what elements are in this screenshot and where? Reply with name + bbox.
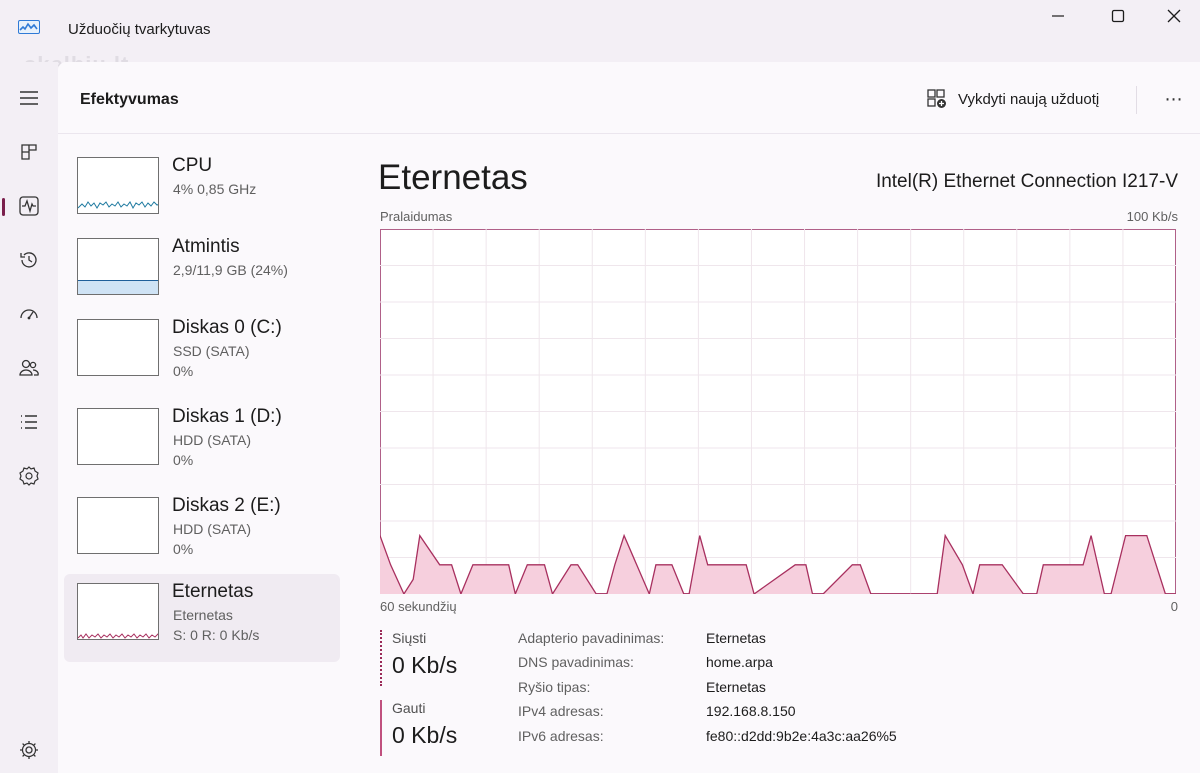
more-options-button[interactable]: ⋯: [1158, 86, 1190, 112]
property-value: Eternetas: [706, 679, 766, 695]
memory-thumbnail: [77, 238, 159, 295]
cpu-thumbnail: [77, 157, 159, 214]
property-value: fe80::d2dd:9b2e:4a3c:aa26%5: [706, 728, 897, 744]
device-name: Diskas 1 (D:): [172, 406, 282, 427]
device-item-ethernet[interactable]: Eternetas Eternetas S: 0 R: 0 Kb/s: [64, 574, 340, 662]
device-item-disk-2[interactable]: Diskas 2 (E:) HDD (SATA) 0%: [64, 488, 340, 576]
device-item-disk-1[interactable]: Diskas 1 (D:) HDD (SATA) 0%: [64, 399, 340, 487]
device-item-memory[interactable]: Atmintis 2,9/11,9 GB (24%): [64, 229, 340, 317]
disk-0-thumbnail: [77, 319, 159, 376]
property-key: DNS pavadinimas:: [518, 654, 634, 670]
send-value: 0 Kb/s: [392, 652, 458, 678]
property-value: Eternetas: [706, 630, 766, 646]
property-key: Ryšio tipas:: [518, 679, 591, 695]
device-type: SSD (SATA): [173, 343, 250, 359]
rail-item-settings[interactable]: [7, 730, 51, 770]
device-name: CPU: [172, 155, 213, 176]
page-title: Efektyvumas: [80, 91, 179, 108]
chart-max-label: 100 Kb/s: [1126, 209, 1178, 224]
property-value: home.arpa: [706, 654, 773, 670]
device-name: Diskas 2 (E:): [172, 495, 281, 516]
device-type: HDD (SATA): [173, 432, 252, 448]
throughput-chart: [380, 229, 1176, 594]
send-label: Siųsti: [392, 630, 427, 646]
rail-item-startup[interactable]: [7, 294, 51, 334]
x-axis-left-label: 60 sekundžių: [380, 599, 457, 614]
property-key: Adapterio pavadinimas:: [518, 630, 665, 646]
receive-indicator: [380, 700, 382, 756]
page-header: Efektyvumas Vykdyti naują užduotį ⋯: [58, 62, 1200, 134]
property-key: IPv6 adresas:: [518, 728, 604, 744]
memory-usage-fill: [78, 280, 158, 294]
disk-1-thumbnail: [77, 408, 159, 465]
users-icon: [19, 359, 39, 376]
navigation-rail: [0, 62, 58, 773]
device-name: Diskas 0 (C:): [172, 317, 282, 338]
receive-label: Gauti: [392, 700, 426, 716]
details-list-icon: [21, 415, 37, 429]
device-name: Eternetas: [172, 581, 254, 602]
device-usage: 0%: [173, 363, 194, 379]
new-task-icon: [927, 89, 946, 108]
performance-icon: [19, 196, 39, 216]
history-icon: [20, 252, 37, 268]
cpu-thumbnail-graph: [78, 201, 158, 210]
rail-item-details[interactable]: [7, 402, 51, 442]
disk-2-thumbnail: [77, 497, 159, 554]
rail-menu-button[interactable]: [7, 78, 51, 118]
device-usage: 2,9/11,9 GB (24%): [173, 262, 288, 278]
property-key: IPv4 adresas:: [518, 703, 604, 719]
title-bar: Užduočių tvarkytuvas skelbiu.lt: [0, 0, 1200, 77]
chart-label: Pralaidumas: [380, 209, 453, 224]
startup-icon: [20, 309, 38, 320]
detail-title: Eternetas: [378, 158, 528, 197]
device-type: Eternetas: [173, 607, 233, 623]
close-button[interactable]: [1146, 0, 1200, 32]
settings-gear-icon: [20, 741, 38, 759]
hamburger-icon: [20, 91, 38, 105]
adapter-name: Intel(R) Ethernet Connection I217-V: [875, 171, 1178, 192]
more-options-icon: ⋯: [1164, 88, 1184, 109]
rail-item-app-history[interactable]: [7, 240, 51, 280]
rail-item-performance[interactable]: [2, 186, 51, 226]
rail-item-services[interactable]: [7, 456, 51, 496]
services-icon: [19, 466, 39, 486]
device-item-disk-0[interactable]: Diskas 0 (C:) SSD (SATA) 0%: [64, 310, 340, 398]
device-usage: 0%: [173, 541, 194, 557]
minimize-button[interactable]: [1030, 0, 1086, 32]
device-throughput: S: 0 R: 0 Kb/s: [173, 627, 260, 643]
device-type: HDD (SATA): [173, 521, 252, 537]
x-axis-right-label: 0: [1170, 599, 1178, 614]
maximize-button[interactable]: [1090, 0, 1146, 32]
close-icon: [1167, 9, 1181, 23]
run-new-task-label: Vykdyti naują užduotį: [958, 90, 1100, 108]
window-title: Užduočių tvarkytuvas: [68, 21, 211, 38]
rail-item-users[interactable]: [7, 348, 51, 388]
device-name: Atmintis: [172, 236, 240, 257]
main-pane: Efektyvumas Vykdyti naują užduotį ⋯ CPU …: [58, 62, 1200, 773]
receive-value: 0 Kb/s: [392, 722, 458, 748]
device-usage: 0%: [173, 452, 194, 468]
device-item-cpu[interactable]: CPU 4% 0,85 GHz: [64, 148, 340, 236]
minimize-icon: [1052, 15, 1064, 17]
device-usage: 4% 0,85 GHz: [173, 181, 257, 197]
ethernet-thumbnail: [77, 583, 159, 640]
rail-item-processes[interactable]: [7, 132, 51, 172]
ethernet-thumbnail-graph: [78, 633, 158, 639]
property-value: 192.168.8.150: [706, 703, 796, 719]
header-divider: [1136, 86, 1137, 114]
send-indicator: [380, 630, 382, 686]
run-new-task-button[interactable]: Vykdyti naują užduotį: [926, 87, 1099, 111]
task-manager-icon: [18, 20, 40, 34]
processes-icon: [21, 144, 37, 160]
maximize-icon: [1111, 9, 1125, 23]
